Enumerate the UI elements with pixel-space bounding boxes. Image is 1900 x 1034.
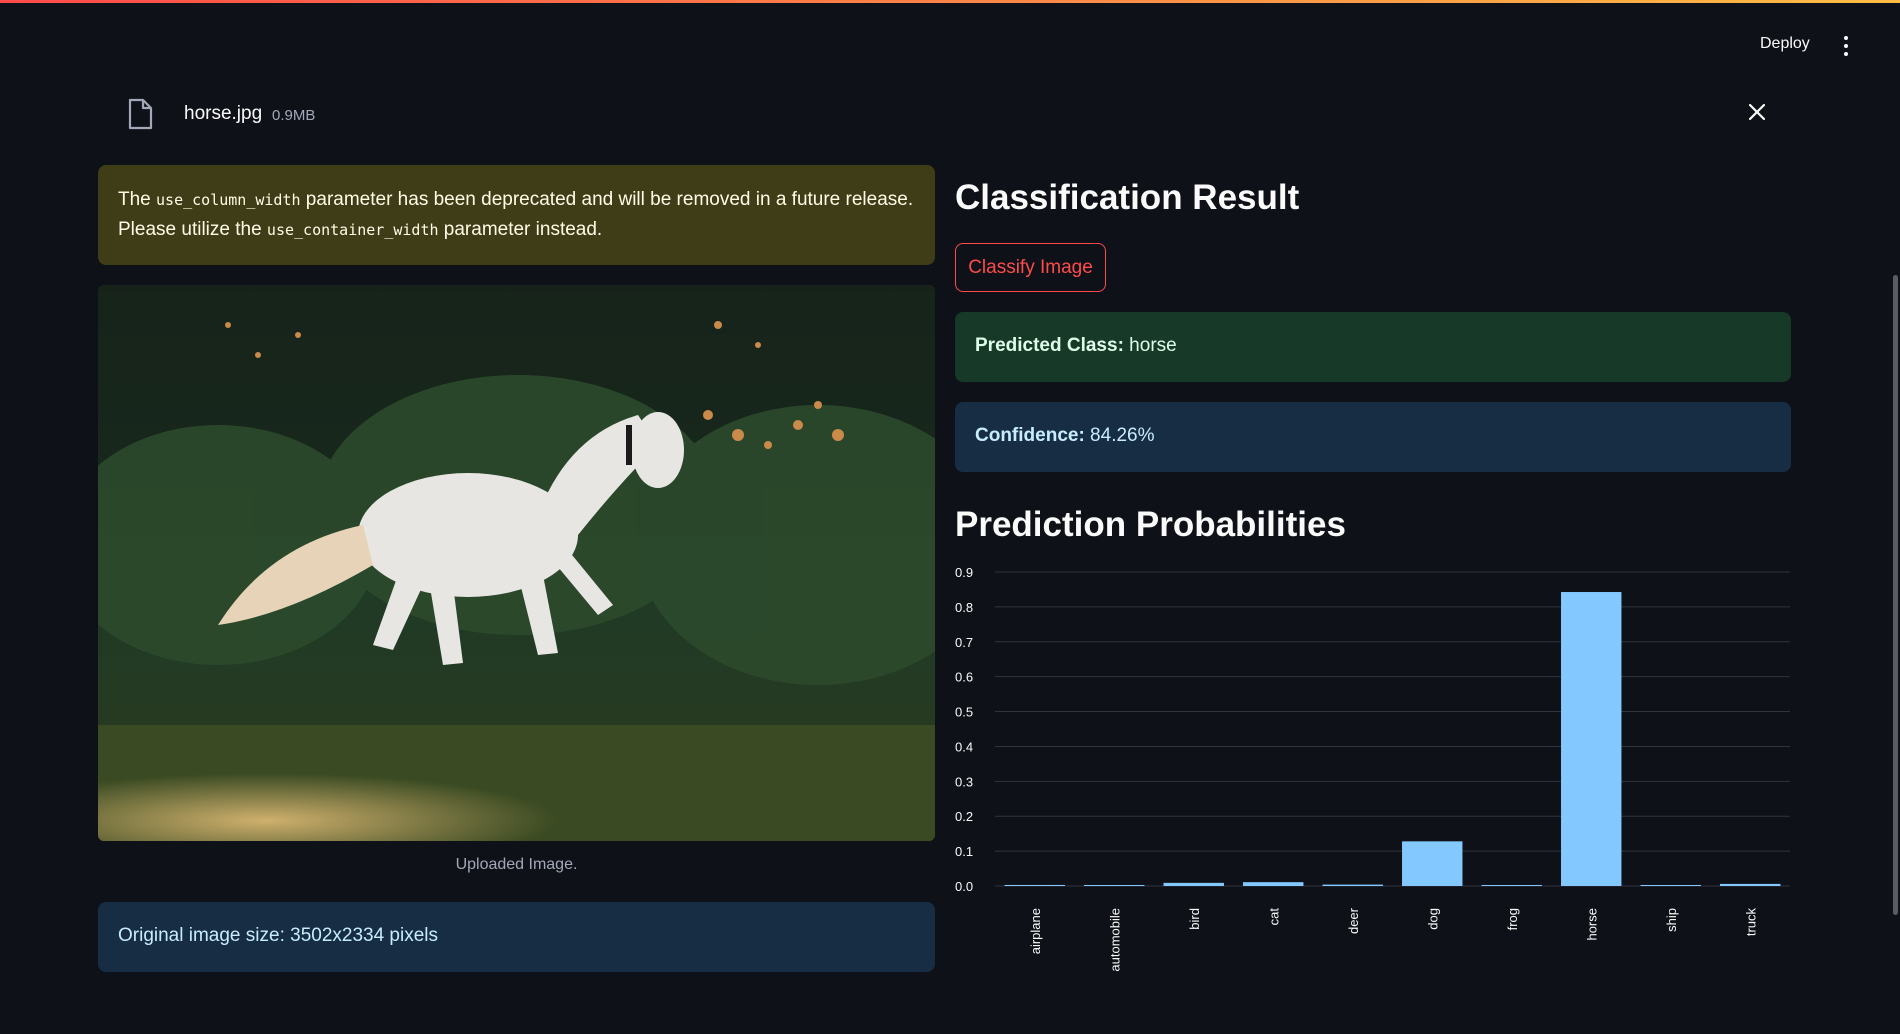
- horse-photo: [98, 285, 935, 841]
- x-tick-label: airplane: [1028, 908, 1043, 954]
- y-tick-label: 0.5: [955, 705, 973, 720]
- x-tick-label: automobile: [1107, 908, 1122, 972]
- deploy-button[interactable]: Deploy: [1760, 35, 1810, 53]
- y-tick-label: 0.7: [955, 635, 973, 650]
- y-tick-label: 0.9: [955, 565, 973, 580]
- image-size-info: Original image size: 3502x2334 pixels: [98, 902, 935, 972]
- x-tick-label: dog: [1425, 908, 1440, 930]
- warning-text: parameter has been deprecated and will b…: [300, 189, 914, 210]
- bar-dog: [1402, 841, 1463, 886]
- probability-bar-chart: 0.0 0.1 0.2 0.3 0.4 0.5 0.6 0.7 0.8 0.9 airplane au…: [955, 565, 1790, 972]
- bar-airplane: [1004, 884, 1065, 886]
- classification-heading: Classification Result: [955, 178, 1300, 217]
- warning-text: The: [118, 189, 157, 210]
- x-tick-label: deer: [1346, 907, 1361, 934]
- bar-horse: [1561, 592, 1622, 886]
- y-tick-label: 0.4: [955, 739, 973, 754]
- remove-file-icon[interactable]: [1746, 101, 1768, 123]
- y-tick-label: 0.3: [955, 774, 973, 789]
- y-tick-label: 0.1: [955, 844, 973, 859]
- predicted-class-value: horse: [1123, 335, 1177, 356]
- warning-text: Please utilize the: [118, 219, 267, 240]
- x-tick-label: cat: [1266, 908, 1281, 926]
- main-menu-icon[interactable]: [1844, 36, 1848, 60]
- x-tick-label: bird: [1187, 908, 1202, 930]
- file-size: 0.9MB: [272, 107, 316, 124]
- uploaded-file-row: horse.jpg 0.9MB: [126, 98, 1766, 132]
- bar-ship: [1640, 885, 1701, 886]
- y-tick-label: 0.2: [955, 809, 973, 824]
- confidence-label: Confidence:: [975, 425, 1085, 446]
- uploaded-image: [98, 285, 935, 841]
- probabilities-heading: Prediction Probabilities: [955, 505, 1346, 544]
- x-tick-label: ship: [1664, 908, 1679, 932]
- file-name: horse.jpg: [184, 103, 263, 124]
- page-scrollbar[interactable]: [1893, 275, 1898, 915]
- x-tick-label: truck: [1743, 908, 1758, 937]
- top-decoration-bar: [0, 0, 1900, 3]
- warning-code: use_container_width: [266, 221, 439, 239]
- bar-automobile: [1084, 885, 1145, 886]
- warning-text: parameter instead.: [438, 219, 603, 240]
- confidence-box: Confidence: 84.26%: [955, 402, 1791, 472]
- predicted-class-box: Predicted Class: horse: [955, 312, 1791, 382]
- y-tick-label: 0.6: [955, 670, 973, 685]
- x-tick-label: horse: [1584, 908, 1599, 941]
- bar-bird: [1163, 882, 1224, 886]
- bar-frog: [1481, 885, 1542, 886]
- x-tick-label: frog: [1505, 908, 1520, 930]
- y-tick-label: 0.0: [955, 879, 973, 894]
- bar-truck: [1720, 883, 1781, 886]
- y-tick-label: 0.8: [955, 600, 973, 615]
- classify-image-button[interactable]: Classify Image: [955, 243, 1106, 292]
- file-icon: [128, 98, 153, 130]
- warning-code: use_column_width: [156, 191, 301, 209]
- image-caption: Uploaded Image.: [455, 856, 578, 873]
- bar-cat: [1243, 882, 1304, 886]
- predicted-class-label: Predicted Class:: [975, 335, 1124, 356]
- confidence-value: 84.26%: [1084, 425, 1155, 446]
- deprecation-warning: The use_column_width parameter has been …: [98, 165, 935, 265]
- bar-deer: [1322, 884, 1383, 886]
